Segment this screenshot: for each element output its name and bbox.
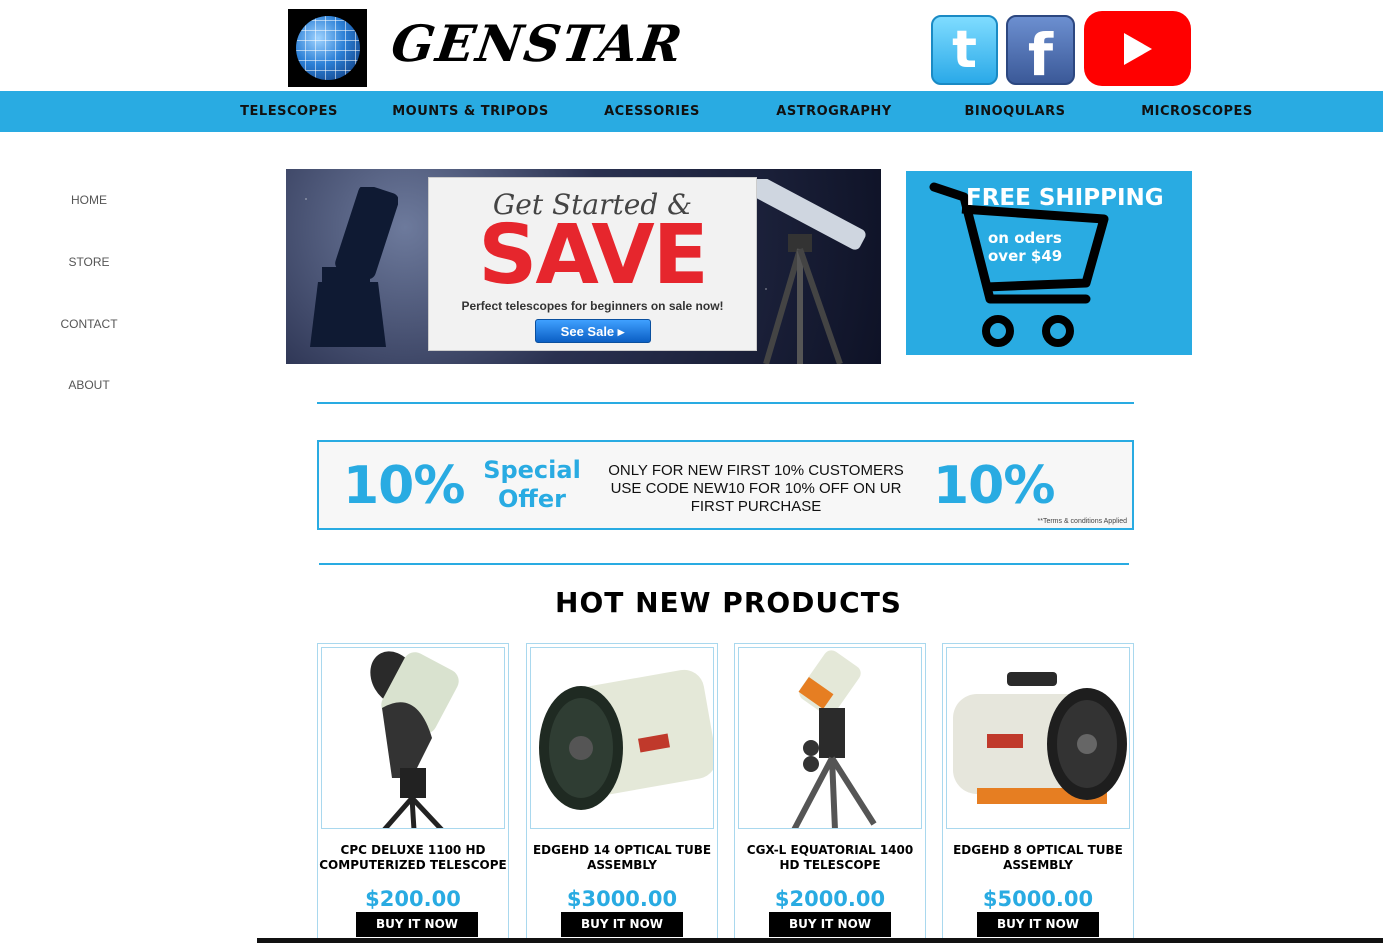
- product-price: $5000.00: [982, 887, 1094, 911]
- product-name[interactable]: CPC DELUXE 1100 HD COMPUTERIZED TELESCOP…: [318, 843, 508, 873]
- divider: [319, 563, 1129, 565]
- free-shipping-banner[interactable]: FREE SHIPPING on oders over $49: [906, 171, 1192, 355]
- product-image[interactable]: [321, 647, 505, 829]
- main-nav: TELESCOPES MOUNTS & TRIPODS ACESSORIES A…: [0, 91, 1383, 132]
- buy-now-button[interactable]: BUY IT NOW: [769, 912, 891, 937]
- product-price: $200.00: [365, 887, 461, 911]
- divider: [317, 402, 1134, 404]
- sidebar-item-about[interactable]: ABOUT: [40, 378, 138, 392]
- nav-telescopes[interactable]: TELESCOPES: [220, 91, 358, 132]
- product-name[interactable]: EDGEHD 14 OPTICAL TUBE ASSEMBLY: [527, 843, 717, 873]
- see-sale-button[interactable]: See Sale ▸: [534, 319, 651, 343]
- product-card[interactable]: EDGEHD 14 OPTICAL TUBE ASSEMBLY $3000.00…: [526, 643, 718, 943]
- offer-terms: **Terms & conditions Applied: [1037, 518, 1128, 525]
- product-name[interactable]: CGX-L EQUATORIAL 1400 HD TELESCOPE: [735, 843, 925, 873]
- nav-mounts-tripods[interactable]: MOUNTS & TRIPODS: [383, 91, 558, 132]
- buy-now-button[interactable]: BUY IT NOW: [561, 912, 683, 937]
- product-price: $2000.00: [774, 887, 886, 911]
- refractor-telescope-icon: [744, 179, 866, 364]
- nav-binoculars[interactable]: BINOQULARS: [950, 91, 1080, 132]
- offer-percent-right: 10%: [933, 456, 1055, 516]
- product-image[interactable]: [530, 647, 714, 829]
- sale-subtitle: Perfect telescopes for beginners on sale…: [461, 299, 724, 313]
- product-name[interactable]: EDGEHD 8 OPTICAL TUBE ASSEMBLY: [943, 843, 1133, 873]
- logo-globe-icon[interactable]: [288, 9, 367, 87]
- product-card[interactable]: EDGEHD 8 OPTICAL TUBE ASSEMBLY $5000.00 …: [942, 643, 1134, 943]
- facebook-icon[interactable]: f: [1006, 15, 1075, 85]
- buy-now-button[interactable]: BUY IT NOW: [356, 912, 478, 937]
- sidebar-item-store[interactable]: STORE: [40, 255, 138, 269]
- bottom-bar: [257, 938, 1383, 943]
- product-card[interactable]: CPC DELUXE 1100 HD COMPUTERIZED TELESCOP…: [317, 643, 509, 943]
- product-image[interactable]: [738, 647, 922, 829]
- sale-card: Get Started & SAVE Perfect telescopes fo…: [428, 177, 757, 351]
- offer-message: ONLY FOR NEW FIRST 10% CUSTOMERS USE COD…: [608, 462, 904, 515]
- youtube-icon[interactable]: [1084, 11, 1191, 86]
- nav-astrography[interactable]: ASTROGRAPHY: [763, 91, 905, 132]
- twitter-icon[interactable]: t: [931, 15, 998, 85]
- free-shipping-terms: on oders over $49: [988, 229, 1063, 265]
- nav-accessories[interactable]: ACESSORIES: [590, 91, 714, 132]
- offer-special-label: Special Offer: [483, 456, 581, 513]
- product-price: $3000.00: [566, 887, 678, 911]
- telescope-silhouette-icon: [310, 187, 398, 347]
- special-offer-banner: 10% Special Offer ONLY FOR NEW FIRST 10%…: [317, 440, 1134, 530]
- offer-percent-left: 10%: [343, 456, 465, 516]
- sidebar-item-contact[interactable]: CONTACT: [40, 317, 138, 331]
- product-card[interactable]: CGX-L EQUATORIAL 1400 HD TELESCOPE $2000…: [734, 643, 926, 943]
- sale-banner[interactable]: Get Started & SAVE Perfect telescopes fo…: [286, 169, 881, 364]
- section-title: HOT NEW PRODUCTS: [555, 586, 902, 619]
- buy-now-button[interactable]: BUY IT NOW: [977, 912, 1099, 937]
- sale-big-text: SAVE: [478, 208, 708, 303]
- sidebar-item-home[interactable]: HOME: [40, 193, 138, 207]
- nav-microscopes[interactable]: MICROSCOPES: [1128, 91, 1266, 132]
- product-image[interactable]: [946, 647, 1130, 829]
- brand-logo[interactable]: GENSTAR: [388, 14, 688, 73]
- free-shipping-title: FREE SHIPPING: [966, 185, 1164, 211]
